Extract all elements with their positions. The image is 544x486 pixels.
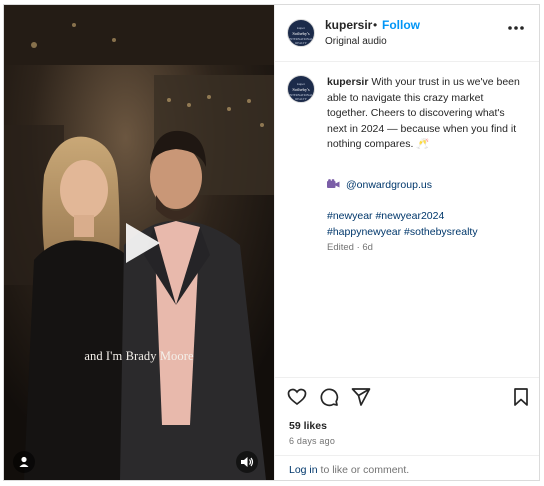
- hashtags-line-2[interactable]: #happynewyear #sothebysrealty: [327, 225, 522, 241]
- hashtags-line-1[interactable]: #newyear #newyear2024: [327, 209, 522, 225]
- follow-button[interactable]: Follow: [382, 18, 420, 32]
- likes-count[interactable]: 59 likes: [289, 420, 327, 432]
- heart-icon[interactable]: [287, 387, 307, 407]
- tagged-users-button[interactable]: [13, 451, 35, 473]
- post-header: kuper Sotheby's INTERNATIONAL REALTY kup…: [275, 5, 539, 62]
- post-container: and I'm Brady Moore kuper Sotheby's INTE…: [3, 4, 540, 481]
- person-icon: [19, 456, 29, 467]
- login-prompt-text: to like or comment.: [317, 464, 410, 476]
- bookmark-icon[interactable]: [511, 387, 531, 407]
- avatar-logo-line3: INTERNATIONAL REALTY: [289, 93, 313, 101]
- comment-icon[interactable]: [319, 387, 339, 407]
- caption-username[interactable]: kupersir: [327, 76, 368, 88]
- avatar-logo-line3: INTERNATIONAL REALTY: [289, 37, 313, 45]
- author-avatar[interactable]: kuper Sotheby's INTERNATIONAL REALTY: [287, 19, 315, 47]
- post-age[interactable]: 6 days ago: [289, 436, 335, 446]
- share-icon[interactable]: [351, 387, 371, 407]
- login-link[interactable]: Log in: [289, 464, 318, 476]
- speaker-icon: [241, 457, 254, 467]
- header-separator: •: [373, 18, 378, 32]
- video-player[interactable]: and I'm Brady Moore: [4, 5, 274, 480]
- audio-link[interactable]: Original audio: [325, 36, 387, 47]
- caption-avatar[interactable]: kuper Sotheby's INTERNATIONAL REALTY: [287, 75, 315, 103]
- hashtags: #newyear #newyear2024 #happynewyear #sot…: [327, 209, 522, 240]
- author-username[interactable]: kupersir: [325, 18, 372, 32]
- play-icon: [126, 223, 160, 263]
- avatar-logo-line1: kuper: [297, 26, 305, 30]
- video-subtitle: and I'm Brady Moore: [84, 349, 194, 363]
- avatar-logo-line2: Sotheby's: [292, 31, 310, 36]
- login-prompt: Log in to like or comment.: [289, 464, 409, 476]
- more-options-icon[interactable]: [507, 25, 525, 31]
- mute-button[interactable]: [236, 451, 258, 473]
- mention-link[interactable]: @onwardgroup.us: [346, 179, 432, 191]
- mention-line: @onwardgroup.us: [327, 179, 432, 191]
- avatar-logo-line2: Sotheby's: [292, 87, 310, 92]
- actions-divider: [275, 377, 539, 378]
- comment-divider: [275, 455, 539, 456]
- video-camera-icon: [327, 179, 340, 188]
- play-button[interactable]: [114, 217, 166, 269]
- avatar-logo-line1: kuper: [297, 82, 305, 86]
- post-sidebar: kuper Sotheby's INTERNATIONAL REALTY kup…: [274, 5, 539, 480]
- caption-text: kupersir With your trust in us we've bee…: [327, 75, 522, 153]
- edited-timestamp: Edited · 6d: [327, 242, 373, 253]
